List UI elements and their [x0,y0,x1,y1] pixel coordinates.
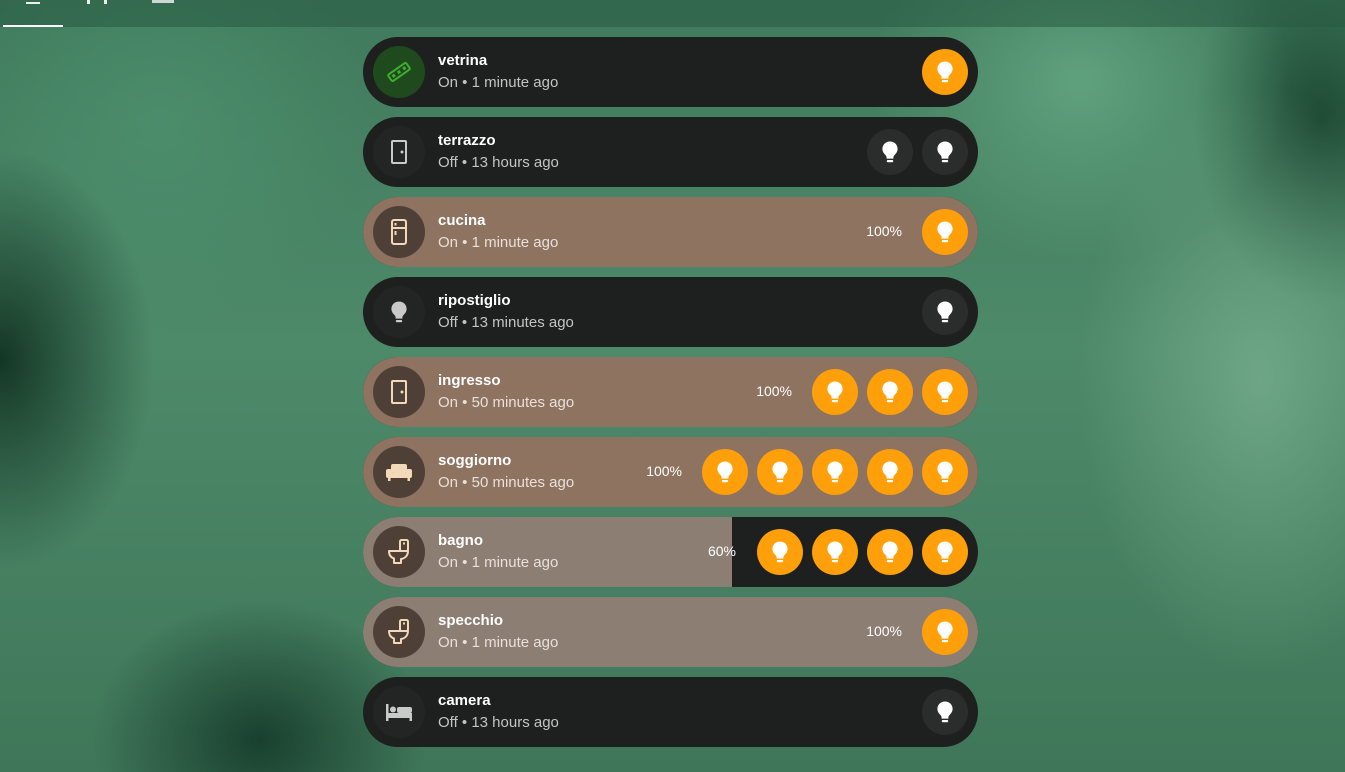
room-status: On • 1 minute ago [438,234,559,251]
tab-3[interactable] [150,0,176,27]
lightbulb-icon [880,140,900,164]
led-strip-icon[interactable] [373,46,425,98]
fridge-icon[interactable] [373,206,425,258]
room-card-ingresso[interactable]: ingresso On • 50 minutes ago 100% [363,357,978,427]
toilet-icon[interactable] [373,526,425,578]
lightbulb-toggle-1[interactable] [922,209,968,255]
lightbulb-icon [935,60,955,84]
lightbulb-toggle-3[interactable] [922,369,968,415]
tab-2[interactable] [87,0,107,27]
light-toggles [922,289,968,335]
lightbulb-icon [935,220,955,244]
room-status: Off • 13 hours ago [438,714,559,731]
room-status: Off • 13 hours ago [438,154,559,171]
room-name: specchio [438,612,504,629]
brightness-label: 100% [756,383,792,399]
brightness-label: 100% [866,223,902,239]
room-status: On • 1 minute ago [438,74,559,91]
room-list: vetrina On • 1 minute ago terrazzo Off • 13… [363,37,978,757]
light-toggles [922,689,968,735]
light-toggles [812,369,968,415]
room-card-cucina[interactable]: cucina On • 1 minute ago 100% [363,197,978,267]
lightbulb-toggle-5[interactable] [922,449,968,495]
lightbulb-icon [825,460,845,484]
room-card-terrazzo[interactable]: terrazzo Off • 13 hours ago [363,117,978,187]
light-toggles [922,49,968,95]
room-name: ripostiglio [438,292,511,309]
lightbulb-toggle-2[interactable] [812,529,858,575]
room-card-ripostiglio[interactable]: ripostiglio Off • 13 minutes ago [363,277,978,347]
lightbulb-toggle-1[interactable] [812,369,858,415]
room-name: vetrina [438,52,488,69]
sofa-icon[interactable] [373,446,425,498]
room-card-bagno[interactable]: bagno On • 1 minute ago 60% [363,517,978,587]
brightness-label: 100% [646,463,682,479]
lightbulb-icon [935,300,955,324]
lightbulb-icon [825,380,845,404]
lightbulb-icon [935,620,955,644]
room-name: soggiorno [438,452,512,469]
bed-icon[interactable] [373,686,425,738]
room-status: On • 1 minute ago [438,554,559,571]
room-card-camera[interactable]: camera Off • 13 hours ago [363,677,978,747]
brightness-label: 60% [707,543,736,559]
lightbulb-toggle-3[interactable] [867,529,913,575]
lightbulb-toggle-3[interactable] [812,449,858,495]
lightbulb-icon [770,540,790,564]
lightbulb-toggle-2[interactable] [757,449,803,495]
lightbulb-toggle-4[interactable] [922,529,968,575]
lightbulb-toggle-1[interactable] [922,689,968,735]
grid-icon [87,0,107,4]
room-status: On • 1 minute ago [438,634,559,651]
lightbulb-icon [935,540,955,564]
lightbulb-toggle-2[interactable] [867,369,913,415]
door-icon[interactable] [373,366,425,418]
brightness-label: 100% [866,623,902,639]
room-status: Off • 13 minutes ago [438,314,574,331]
room-card-vetrina[interactable]: vetrina On • 1 minute ago [363,37,978,107]
tab-overview[interactable] [3,0,63,27]
room-status: On • 50 minutes ago [438,474,575,491]
lightbulb-icon [935,460,955,484]
light-toggles [702,449,968,495]
room-status: On • 50 minutes ago [438,394,575,411]
door-icon[interactable] [373,126,425,178]
lightbulb-icon [770,460,790,484]
lightbulb-toggle-4[interactable] [867,449,913,495]
lightbulb-icon[interactable] [373,286,425,338]
room-card-specchio[interactable]: specchio On • 1 minute ago 100% [363,597,978,667]
lightbulb-toggle-1[interactable] [922,49,968,95]
lightbulb-icon [715,460,735,484]
lightbulb-icon [935,700,955,724]
light-toggles [757,529,968,575]
lightbulb-toggle-1[interactable] [757,529,803,575]
room-name: cucina [438,212,486,229]
lightbulb-toggle-2[interactable] [922,129,968,175]
lightbulb-toggle-1[interactable] [922,289,968,335]
room-name: ingresso [438,372,501,389]
panel-icon [152,0,174,3]
room-name: bagno [438,532,483,549]
lightbulb-toggle-1[interactable] [867,129,913,175]
lightbulb-icon [935,380,955,404]
lightbulb-icon [825,540,845,564]
light-toggles [922,609,968,655]
light-toggles [867,129,968,175]
room-card-soggiorno[interactable]: soggiorno On • 50 minutes ago 100% [363,437,978,507]
lightbulb-icon [880,380,900,404]
lightbulb-icon [880,540,900,564]
toilet-icon[interactable] [373,606,425,658]
lightbulb-icon [880,460,900,484]
top-tab-bar [0,0,1345,27]
light-toggles [922,209,968,255]
lightbulb-icon [935,140,955,164]
home-icon [26,0,40,4]
room-name: terrazzo [438,132,496,149]
room-name: camera [438,692,491,709]
lightbulb-toggle-1[interactable] [922,609,968,655]
lightbulb-toggle-1[interactable] [702,449,748,495]
